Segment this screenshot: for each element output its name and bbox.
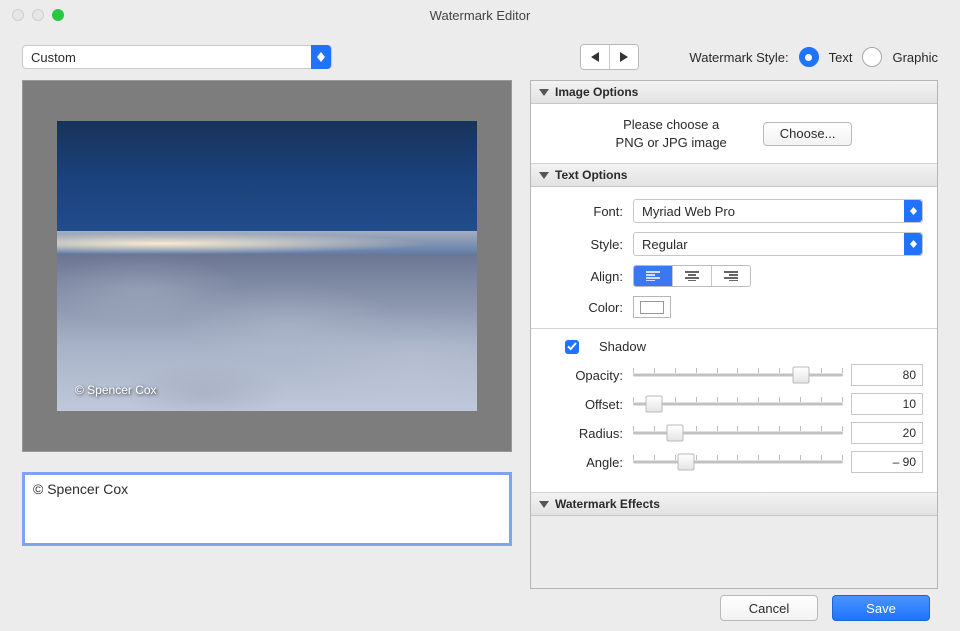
- save-button[interactable]: Save: [832, 595, 930, 621]
- prev-button[interactable]: [581, 45, 609, 69]
- choose-image-button[interactable]: Choose...: [763, 122, 853, 146]
- watermark-effects-header[interactable]: Watermark Effects: [531, 492, 937, 516]
- disclosure-icon: [539, 501, 549, 508]
- window-title: Watermark Editor: [0, 8, 960, 23]
- options-panel: Image Options Please choose a PNG or JPG…: [530, 80, 938, 589]
- watermark-overlay: © Spencer Cox: [75, 383, 157, 397]
- align-right-icon: [724, 271, 738, 281]
- cancel-button[interactable]: Cancel: [720, 595, 818, 621]
- offset-value[interactable]: 10: [851, 393, 923, 415]
- color-swatch: [640, 301, 664, 314]
- disclosure-icon: [539, 89, 549, 96]
- color-label: Color:: [545, 300, 623, 315]
- shadow-label: Shadow: [599, 339, 646, 354]
- next-button[interactable]: [609, 45, 638, 69]
- chevron-updown-icon: [904, 200, 922, 222]
- align-center-button[interactable]: [672, 266, 711, 286]
- radius-slider[interactable]: [633, 423, 843, 443]
- align-left-icon: [646, 271, 660, 281]
- radio-graphic-label: Graphic: [892, 50, 938, 65]
- offset-slider[interactable]: [633, 394, 843, 414]
- chevron-updown-icon: [311, 45, 331, 69]
- watermark-text-input[interactable]: © Spencer Cox: [22, 472, 512, 546]
- image-options-header[interactable]: Image Options: [531, 81, 937, 104]
- triangle-left-icon: [591, 52, 599, 62]
- color-picker-button[interactable]: [633, 296, 671, 318]
- font-select[interactable]: Myriad Web Pro: [633, 199, 923, 223]
- disclosure-icon: [539, 172, 549, 179]
- image-options-message: Please choose a PNG or JPG image: [616, 116, 727, 151]
- preview-image: © Spencer Cox: [57, 121, 477, 411]
- opacity-value[interactable]: 80: [851, 364, 923, 386]
- radio-text-label: Text: [829, 50, 853, 65]
- titlebar: Watermark Editor: [0, 0, 960, 30]
- radius-value[interactable]: 20: [851, 422, 923, 444]
- align-right-button[interactable]: [711, 266, 750, 286]
- align-segmented: [633, 265, 751, 287]
- preset-value: Custom: [31, 50, 76, 65]
- triangle-right-icon: [620, 52, 628, 62]
- nav-segmented: [580, 44, 639, 70]
- preset-select[interactable]: Custom: [22, 45, 332, 69]
- text-options-header[interactable]: Text Options: [531, 163, 937, 187]
- radio-graphic[interactable]: [862, 47, 882, 67]
- chevron-updown-icon: [904, 233, 922, 255]
- angle-value[interactable]: – 90: [851, 451, 923, 473]
- align-left-button[interactable]: [634, 266, 672, 286]
- check-icon: [567, 342, 577, 351]
- font-label: Font:: [545, 204, 623, 219]
- shadow-checkbox[interactable]: [565, 340, 579, 354]
- preview-area: © Spencer Cox: [22, 80, 512, 452]
- watermark-style-label: Watermark Style:: [689, 50, 788, 65]
- align-center-icon: [685, 271, 699, 281]
- opacity-slider[interactable]: [633, 365, 843, 385]
- radio-text[interactable]: [799, 47, 819, 67]
- style-label: Style:: [545, 237, 623, 252]
- angle-slider[interactable]: [633, 452, 843, 472]
- align-label: Align:: [545, 269, 623, 284]
- style-select[interactable]: Regular: [633, 232, 923, 256]
